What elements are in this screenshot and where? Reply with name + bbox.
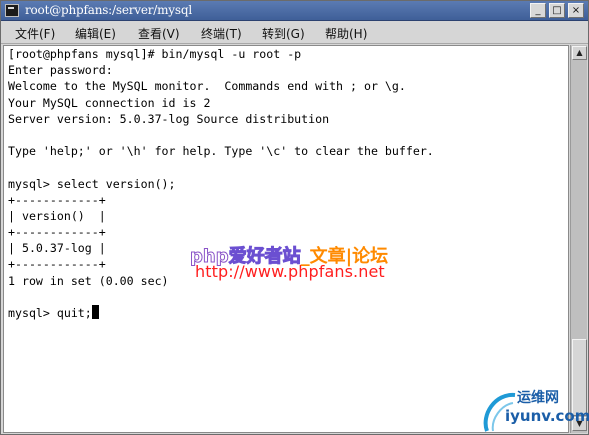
menu-go[interactable]: 转到(G) [262,25,305,42]
menu-view[interactable]: 查看(V) [138,25,180,42]
logo-text-cn: 运维网 [517,390,559,406]
terminal-prompt-line: mysql> quit; [8,305,434,321]
menu-edit[interactable]: 编辑(E) [75,25,116,42]
close-button[interactable]: × [568,3,584,18]
watermark-url: http://www.phpfans.net [195,262,385,281]
menu-terminal[interactable]: 终端(T) [201,25,242,42]
terminal-window: root@phpfans:/server/mysql _ □ × 文件(F) 编… [0,0,589,435]
maximize-button[interactable]: □ [549,3,565,18]
terminal-line: Enter password: [8,63,113,78]
terminal-line: mysql> quit; [8,306,92,320]
title-bar[interactable]: root@phpfans:/server/mysql _ □ × [1,1,588,21]
terminal-line: Welcome to the MySQL monitor. Commands e… [8,79,406,94]
terminal-line: [root@phpfans mysql]# bin/mysql -u root … [8,47,302,61]
site-logo: 运维网 iyunv.com [481,385,589,433]
scroll-up-arrow-icon[interactable]: ▲ [572,46,587,60]
terminal-line: +------------+ [8,225,106,240]
terminal-line: Your MySQL connection id is 2 [8,95,211,110]
text-cursor [91,305,99,319]
terminal-line: | version() | [8,208,106,223]
terminal-line: Type 'help;' or '\h' for help. Type '\c'… [8,144,434,159]
terminal-line: +------------+ [8,192,106,207]
terminal-output[interactable]: [root@phpfans mysql]# bin/mysql -u root … [3,45,569,433]
menu-bar: 文件(F) 编辑(E) 查看(V) 终端(T) 转到(G) 帮助(H) [1,22,588,44]
menu-help[interactable]: 帮助(H) [325,25,367,42]
vertical-scrollbar[interactable]: ▲ ▼ [570,45,587,433]
window-title: root@phpfans:/server/mysql [25,3,192,17]
minimize-button[interactable]: _ [530,3,546,18]
logo-text-en: iyunv.com [505,407,589,425]
terminal-icon [5,4,19,17]
terminal-line: Server version: 5.0.37-log Source distri… [8,111,330,126]
terminal-line: mysql> select version(); [8,176,176,191]
menu-file[interactable]: 文件(F) [15,25,55,42]
